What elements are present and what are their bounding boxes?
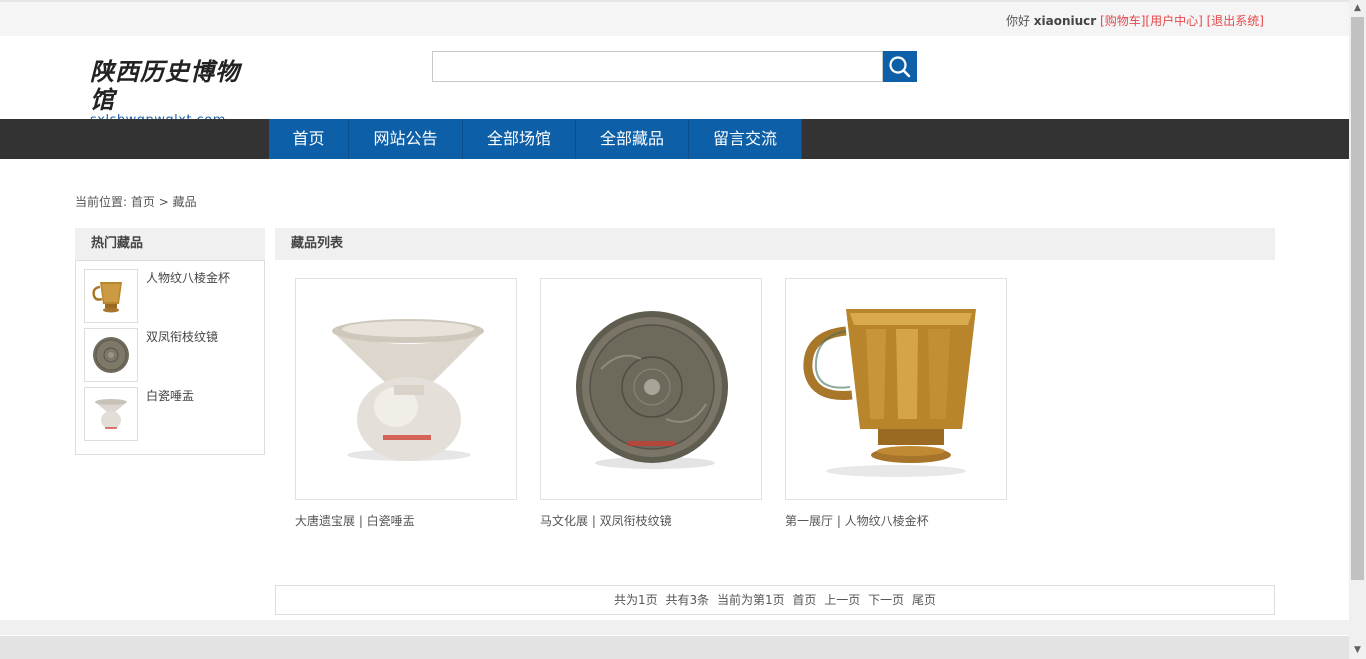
white-porcelain-thumb-icon[interactable] bbox=[84, 387, 138, 441]
hot-collections-panel: 热门藏品 人物纹八棱金杯 双凤衔枝纹镜 白瓷唾盂 bbox=[75, 228, 265, 455]
white-porcelain-spittoon-icon[interactable] bbox=[295, 278, 517, 500]
breadcrumb-home[interactable]: 首页 bbox=[131, 195, 155, 209]
scroll-thumb[interactable] bbox=[1351, 17, 1364, 580]
user-links: 你好 xiaoniucr [购物车][用户中心] [退出系统] bbox=[1006, 12, 1264, 29]
hot-item-name[interactable]: 双凤衔枝纹镜 bbox=[146, 328, 218, 345]
scroll-down-icon[interactable]: ▼ bbox=[1349, 642, 1366, 659]
pager-total-pages: 共为1页 bbox=[614, 593, 658, 607]
collection-caption[interactable]: 大唐遗宝展 | 白瓷唾盂 bbox=[295, 512, 517, 529]
pager-prev[interactable]: 上一页 bbox=[824, 593, 860, 607]
search-box bbox=[432, 51, 917, 82]
hot-collections-list: 人物纹八棱金杯 双凤衔枝纹镜 白瓷唾盂 bbox=[75, 260, 265, 455]
collection-list-title: 藏品列表 bbox=[275, 228, 1275, 260]
logout-link[interactable]: [退出系统] bbox=[1207, 14, 1264, 28]
collection-card[interactable]: 第一展厅 | 人物纹八棱金杯 bbox=[785, 278, 1007, 529]
hot-item-name[interactable]: 白瓷唾盂 bbox=[146, 387, 194, 404]
breadcrumb-current: 藏品 bbox=[172, 195, 197, 209]
pagination: 共为1页 共有3条 当前为第1页 首页 上一页 下一页 尾页 bbox=[275, 585, 1275, 615]
cart-link[interactable]: [购物车] bbox=[1100, 14, 1145, 28]
search-button[interactable] bbox=[883, 51, 917, 82]
greeting: 你好 bbox=[1005, 14, 1030, 28]
collection-card[interactable]: 大唐遗宝展 | 白瓷唾盂 bbox=[295, 278, 517, 529]
top-bar: 你好 xiaoniucr [购物车][用户中心] [退出系统] bbox=[0, 0, 1349, 36]
hot-item[interactable]: 白瓷唾盂 bbox=[84, 387, 264, 441]
collection-caption[interactable]: 第一展厅 | 人物纹八棱金杯 bbox=[785, 512, 1007, 529]
vertical-scrollbar[interactable]: ▲ ▼ bbox=[1349, 0, 1366, 659]
user-center-link[interactable]: [用户中心] bbox=[1145, 14, 1202, 28]
pager-total-items: 共有3条 bbox=[665, 593, 710, 607]
search-input[interactable] bbox=[432, 51, 883, 82]
main-nav: 首页 网站公告 全部场馆 全部藏品 留言交流 bbox=[0, 119, 1349, 159]
collection-caption[interactable]: 马文化展 | 双凤衔枝纹镜 bbox=[540, 512, 762, 529]
nav-announcements[interactable]: 网站公告 bbox=[349, 119, 463, 159]
pager-current: 当前为第1页 bbox=[716, 593, 785, 607]
hot-item[interactable]: 人物纹八棱金杯 bbox=[84, 269, 264, 323]
collection-card[interactable]: 马文化展 | 双凤衔枝纹镜 bbox=[540, 278, 762, 529]
site-logo[interactable]: 陕西历史博物馆 sxlsbwgpwglxt.com bbox=[90, 58, 250, 128]
username: xiaoniucr bbox=[1033, 14, 1097, 28]
hot-item-name[interactable]: 人物纹八棱金杯 bbox=[146, 269, 230, 286]
nav-messages[interactable]: 留言交流 bbox=[689, 119, 802, 159]
breadcrumb: 当前位置: 首页 > 藏品 bbox=[75, 193, 197, 210]
gold-cup-thumb-icon[interactable] bbox=[84, 269, 138, 323]
pager-last[interactable]: 尾页 bbox=[912, 593, 936, 607]
pager-next[interactable]: 下一页 bbox=[868, 593, 904, 607]
bronze-mirror-thumb-icon[interactable] bbox=[84, 328, 138, 382]
gold-octagonal-cup-icon[interactable] bbox=[785, 278, 1007, 500]
search-icon bbox=[889, 56, 911, 78]
pager-first[interactable]: 首页 bbox=[792, 593, 816, 607]
breadcrumb-prefix: 当前位置: bbox=[75, 195, 128, 209]
footer bbox=[0, 636, 1349, 659]
logo-text: 陕西历史博物馆 bbox=[90, 57, 240, 114]
nav-venues[interactable]: 全部场馆 bbox=[463, 119, 576, 159]
bronze-mirror-icon[interactable] bbox=[540, 278, 762, 500]
footer-divider bbox=[0, 620, 1349, 635]
nav-home[interactable]: 首页 bbox=[269, 119, 349, 159]
hot-item[interactable]: 双凤衔枝纹镜 bbox=[84, 328, 264, 382]
hot-collections-title: 热门藏品 bbox=[75, 228, 265, 260]
breadcrumb-separator: > bbox=[158, 195, 169, 209]
scroll-up-icon[interactable]: ▲ bbox=[1349, 0, 1366, 17]
nav-collections[interactable]: 全部藏品 bbox=[576, 119, 689, 159]
